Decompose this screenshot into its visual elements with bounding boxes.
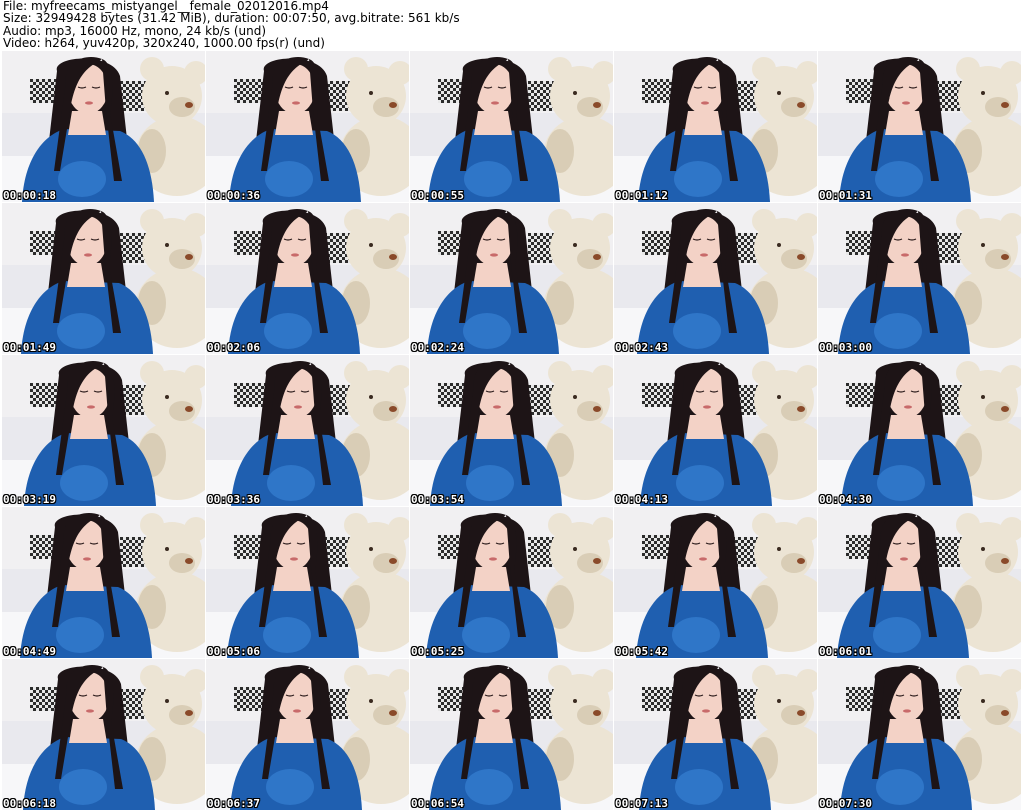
video-frame-thumbnail: 00:02:43 [614, 203, 817, 354]
video-frame-thumbnail: 00:02:24 [410, 203, 613, 354]
frame-image [2, 507, 205, 658]
video-frame-thumbnail: 00:07:30 [818, 659, 1021, 810]
frame-image [614, 203, 817, 354]
video-frame-thumbnail: 00:03:00 [818, 203, 1021, 354]
frame-image [818, 507, 1021, 658]
frame-timestamp: 00:01:31 [819, 189, 872, 202]
frame-image [614, 507, 817, 658]
video-frame-thumbnail: 00:03:19 [2, 355, 205, 506]
frame-timestamp: 00:03:54 [411, 493, 464, 506]
frame-timestamp: 00:01:49 [3, 341, 56, 354]
video-frame-thumbnail: 00:03:36 [206, 355, 409, 506]
video-frame-thumbnail: 00:04:30 [818, 355, 1021, 506]
frame-image [206, 51, 409, 202]
frame-image [206, 507, 409, 658]
thumbnail-grid: 00:00:18 00:00:36 00:00:55 00:01:12 00:01:31… [2, 51, 1022, 811]
frame-timestamp: 00:06:18 [3, 797, 56, 810]
frame-timestamp: 00:07:13 [615, 797, 668, 810]
video-info-line: Video: h264, yuv420p, 320x240, 1000.00 f… [3, 35, 325, 50]
video-frame-thumbnail: 00:04:49 [2, 507, 205, 658]
frame-timestamp: 00:05:06 [207, 645, 260, 658]
frame-timestamp: 00:07:30 [819, 797, 872, 810]
frame-image [410, 355, 613, 506]
video-frame-thumbnail: 00:06:18 [2, 659, 205, 810]
video-frame-thumbnail: 00:05:25 [410, 507, 613, 658]
frame-timestamp: 00:04:30 [819, 493, 872, 506]
frame-image [818, 203, 1021, 354]
frame-image [614, 659, 817, 810]
frame-timestamp: 00:03:19 [3, 493, 56, 506]
frame-timestamp: 00:02:06 [207, 341, 260, 354]
frame-timestamp: 00:06:01 [819, 645, 872, 658]
frame-image [410, 51, 613, 202]
frame-timestamp: 00:03:36 [207, 493, 260, 506]
video-frame-thumbnail: 00:04:13 [614, 355, 817, 506]
video-frame-thumbnail: 00:00:18 [2, 51, 205, 202]
frame-image [2, 203, 205, 354]
video-frame-thumbnail: 00:01:12 [614, 51, 817, 202]
frame-timestamp: 00:02:43 [615, 341, 668, 354]
frame-timestamp: 00:00:55 [411, 189, 464, 202]
frame-timestamp: 00:06:54 [411, 797, 464, 810]
frame-timestamp: 00:01:12 [615, 189, 668, 202]
video-frame-thumbnail: 00:06:54 [410, 659, 613, 810]
video-frame-thumbnail: 00:01:31 [818, 51, 1021, 202]
video-frame-thumbnail: 00:05:42 [614, 507, 817, 658]
video-frame-thumbnail: 00:00:55 [410, 51, 613, 202]
frame-timestamp: 00:05:25 [411, 645, 464, 658]
frame-image [818, 355, 1021, 506]
frame-timestamp: 00:02:24 [411, 341, 464, 354]
video-frame-thumbnail: 00:02:06 [206, 203, 409, 354]
audio-info-line: Audio: mp3, 16000 Hz, mono, 24 kb/s (und… [3, 23, 267, 38]
video-frame-thumbnail: 00:03:54 [410, 355, 613, 506]
video-frame-thumbnail: 00:06:01 [818, 507, 1021, 658]
frame-image [818, 51, 1021, 202]
frame-image [818, 659, 1021, 810]
frame-image [410, 507, 613, 658]
frame-image [206, 355, 409, 506]
frame-image [410, 203, 613, 354]
frame-image [2, 355, 205, 506]
file-size-line: Size: 32949428 bytes (31.42 MiB), durati… [3, 11, 460, 26]
frame-timestamp: 00:04:49 [3, 645, 56, 658]
frame-image [2, 659, 205, 810]
frame-timestamp: 00:05:42 [615, 645, 668, 658]
frame-timestamp: 00:00:36 [207, 189, 260, 202]
video-frame-thumbnail: 00:01:49 [2, 203, 205, 354]
video-frame-thumbnail: 00:00:36 [206, 51, 409, 202]
video-frame-thumbnail: 00:07:13 [614, 659, 817, 810]
frame-image [2, 51, 205, 202]
video-frame-thumbnail: 00:05:06 [206, 507, 409, 658]
frame-timestamp: 00:06:37 [207, 797, 260, 810]
frame-image [614, 51, 817, 202]
frame-image [410, 659, 613, 810]
frame-image [614, 355, 817, 506]
frame-image [206, 203, 409, 354]
frame-image [206, 659, 409, 810]
frame-timestamp: 00:00:18 [3, 189, 56, 202]
frame-timestamp: 00:04:13 [615, 493, 668, 506]
file-info-header: File: myfreecams_mistyangel__female_0201… [3, 0, 1021, 50]
frame-timestamp: 00:03:00 [819, 341, 872, 354]
video-frame-thumbnail: 00:06:37 [206, 659, 409, 810]
